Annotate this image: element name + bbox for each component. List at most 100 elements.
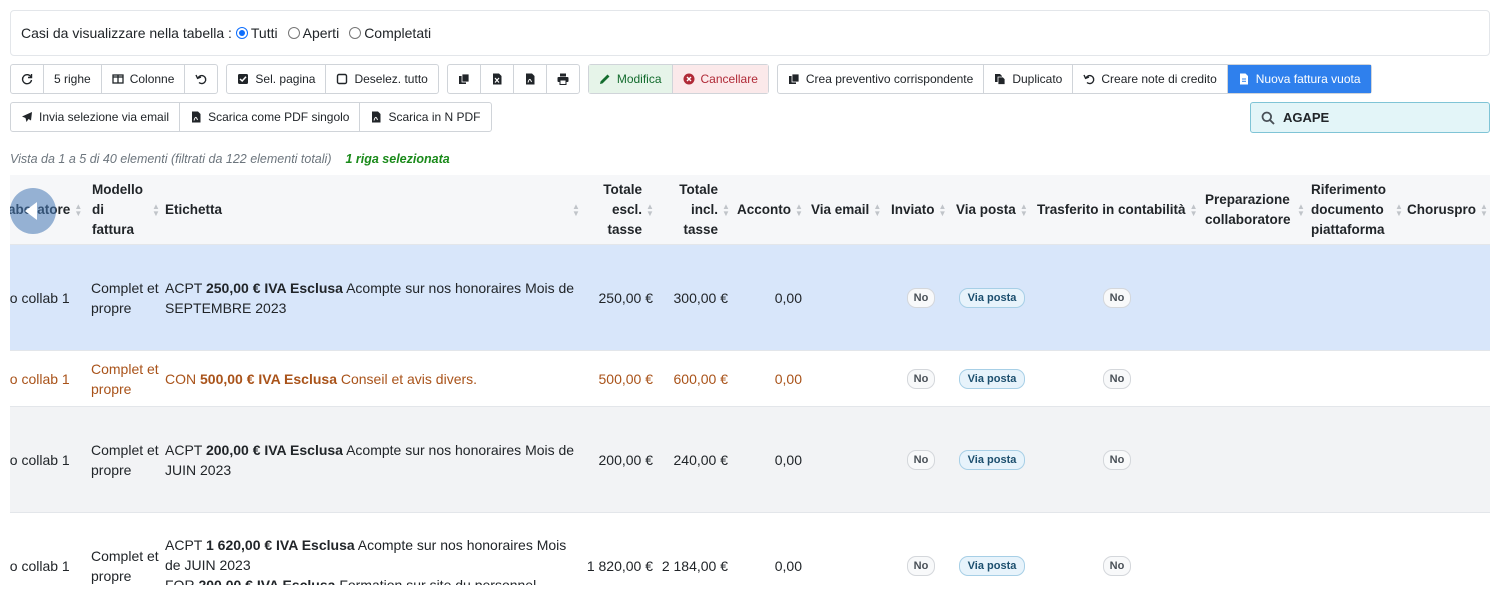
download-single-pdf-button[interactable]: Scarica come PDF singolo — [180, 103, 361, 131]
inviato-badge: No — [906, 287, 936, 308]
undo-icon — [195, 73, 207, 85]
cell-totale-incl: 300,00 € — [673, 289, 729, 306]
checkbox-empty-icon — [336, 73, 348, 85]
trasferito-badge: No — [1102, 449, 1132, 470]
search-input[interactable]: AGAPE — [1250, 102, 1490, 133]
header-via-posta[interactable]: Via posta ▲ ▼ — [956, 175, 1036, 245]
header-etichetta-label: Etichetta — [165, 202, 223, 217]
radio-tutti[interactable]: Tutti — [235, 25, 278, 41]
table-row[interactable]: no collab 1 Complet et propre ACPT 200,0… — [10, 407, 1490, 513]
header-totale-incl[interactable]: Totale incl. tasse ▲ ▼ — [672, 175, 730, 245]
cell-collaboratore: no collab 1 — [10, 451, 70, 468]
create-quote-label: Crea preventivo corrispondente — [805, 72, 974, 86]
pdf-icon — [370, 111, 382, 123]
cell-via-posta: Via posta — [956, 513, 1028, 585]
radio-label-aperti[interactable]: Aperti — [303, 25, 340, 41]
via-posta-badge: Via posta — [958, 449, 1026, 470]
header-acconto-label: Acconto — [737, 202, 791, 217]
delete-button[interactable]: Cancellare — [672, 65, 768, 93]
via-posta-badge: Via posta — [958, 368, 1026, 389]
table-row[interactable]: no collab 1 Complet et propre ACPT 250,0… — [10, 245, 1490, 351]
cell-totale-escl: 250,00 € — [598, 289, 654, 306]
etichetta-amount: 200,00 € IVA Esclusa — [205, 441, 343, 458]
excel-button[interactable] — [481, 65, 514, 93]
download-n-pdf-label: Scarica in N PDF — [388, 110, 481, 124]
via-posta-badge: Via posta — [958, 287, 1026, 308]
via-posta-badge: Via posta — [958, 555, 1026, 576]
search-value[interactable]: AGAPE — [1283, 110, 1329, 125]
header-trasferito[interactable]: Trasferito in contabilità ▲ ▼ — [1037, 175, 1202, 245]
header-totale-escl[interactable]: Totale escl. tasse ▲ ▼ — [596, 175, 654, 245]
table-row[interactable]: no collab 1 Complet et propre CON 500,00… — [10, 351, 1490, 407]
etichetta-amount: 1 620,00 € IVA Esclusa — [205, 537, 355, 553]
cell-inviato: No — [891, 351, 951, 406]
rows-per-page-button[interactable]: 5 righe — [44, 65, 102, 93]
columns-button[interactable]: Colonne — [102, 65, 186, 93]
sort-icon: ▲ ▼ — [873, 202, 882, 218]
header-modello[interactable]: Modello di fattura ▲ ▼ — [92, 175, 162, 245]
header-via-email-label: Via email — [811, 202, 870, 217]
send-download-group: Invia selezione via email Scarica come P… — [10, 102, 492, 132]
table-row[interactable]: no collab 1 Complet et propre ACPT 1 620… — [10, 513, 1490, 585]
deselect-all-button[interactable]: Deselez. tutto — [326, 65, 437, 93]
sort-icon: ▲ ▼ — [1297, 202, 1305, 218]
inviato-badge: No — [906, 368, 936, 389]
cell-modello: Complet et propre — [91, 360, 159, 397]
radio-label-tutti[interactable]: Tutti — [251, 25, 278, 41]
radio-label-completati[interactable]: Completati — [364, 25, 431, 41]
sort-icon: ▲ ▼ — [1189, 202, 1198, 218]
paper-plane-icon — [21, 111, 33, 123]
header-modello-label: Modello di fattura — [92, 182, 143, 237]
header-preparazione[interactable]: Preparazione collaboratore ▲ ▼ — [1205, 175, 1305, 245]
header-choruspro[interactable]: Choruspro ▲ ▼ — [1407, 175, 1488, 245]
edit-button[interactable]: Modifica — [588, 65, 673, 93]
duplicate-button[interactable]: Duplicato — [984, 65, 1074, 93]
header-choruspro-label: Choruspro — [1407, 202, 1476, 217]
deselect-all-label: Deselez. tutto — [354, 72, 428, 86]
radio-dot-completati[interactable] — [349, 27, 362, 39]
pdf-button[interactable] — [514, 65, 547, 93]
columns-icon — [112, 73, 124, 85]
header-riferimento-label: Riferimento documento piattaforma — [1311, 182, 1387, 237]
print-button[interactable] — [547, 65, 579, 93]
scroll-left-button[interactable] — [10, 188, 56, 234]
etichetta-amount-2: 200,00 € IVA Esclusa — [198, 577, 336, 585]
select-page-button[interactable]: Sel. pagina — [227, 65, 327, 93]
rows-per-page-label: 5 righe — [54, 72, 91, 86]
cell-acconto: 0,00 — [774, 289, 802, 306]
cell-inviato: No — [891, 245, 951, 350]
refresh-button[interactable] — [11, 65, 44, 93]
header-riferimento[interactable]: Riferimento documento piattaforma ▲ ▼ — [1311, 175, 1407, 245]
radio-aperti[interactable]: Aperti — [287, 25, 340, 41]
sort-icon: ▲ ▼ — [152, 202, 160, 218]
etichetta-prefix: ACPT — [165, 279, 206, 296]
cell-trasferito: No — [1037, 351, 1197, 406]
cell-totale-escl: 500,00 € — [598, 370, 654, 387]
radio-completati[interactable]: Completati — [349, 25, 431, 41]
header-inviato-label: Inviato — [891, 202, 935, 217]
reset-button[interactable] — [185, 65, 217, 93]
new-invoice-button[interactable]: Nuova fattura vuota — [1227, 65, 1371, 93]
create-quote-button[interactable]: Crea preventivo corrispondente — [778, 65, 985, 93]
credit-note-button[interactable]: Creare note di credito — [1073, 65, 1228, 93]
sort-icon: ▲ ▼ — [572, 202, 580, 218]
send-email-button[interactable]: Invia selezione via email — [11, 103, 181, 131]
header-acconto[interactable]: Acconto ▲ ▼ — [737, 175, 807, 245]
cell-acconto: 0,00 — [774, 451, 802, 468]
header-via-email[interactable]: Via email ▲ ▼ — [811, 175, 889, 245]
inviato-badge: No — [906, 555, 936, 576]
header-etichetta[interactable]: Etichetta ▲ ▼ — [165, 175, 580, 245]
circle-x-icon — [683, 73, 695, 85]
download-n-pdf-button[interactable]: Scarica in N PDF — [360, 103, 490, 131]
print-icon — [557, 73, 569, 85]
checkbox-checked-icon — [237, 73, 249, 85]
send-email-label: Invia selezione via email — [39, 110, 170, 124]
sort-icon: ▲ ▼ — [722, 202, 730, 218]
radio-dot-aperti[interactable] — [287, 27, 300, 39]
cell-totale-escl: 1 820,00 € — [586, 557, 653, 574]
chevron-left-icon — [25, 202, 37, 220]
header-inviato[interactable]: Inviato ▲ ▼ — [891, 175, 951, 245]
copy-button[interactable] — [448, 65, 481, 93]
cell-acconto: 0,00 — [774, 557, 802, 574]
radio-dot-tutti[interactable] — [235, 27, 248, 39]
